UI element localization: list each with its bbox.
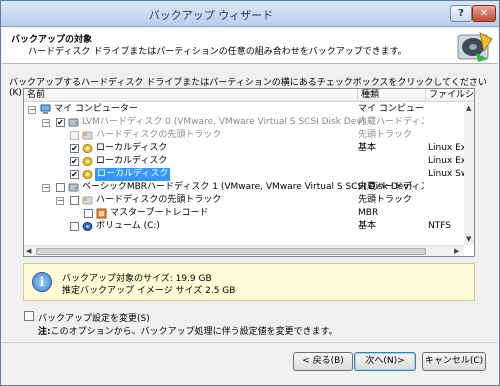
scroll-left-icon[interactable]: ◀ [26,247,31,255]
disk-tree[interactable]: 名前 種類 ファイルシステ − マイ コンピューター マイ コンピューター − … [23,88,475,257]
help-button[interactable]: ? [450,5,472,22]
tree-row-my-computer[interactable]: − マイ コンピューター マイ コンピューター [24,103,464,116]
cancel-button[interactable]: キャンセル(C) [422,352,486,371]
tree-rows: − マイ コンピューター マイ コンピューター − ✔ LVMハードディスク 0… [24,103,464,245]
hard-disk-icon [68,118,79,127]
local-disk-checkbox[interactable]: ✔ [70,170,79,179]
footer-divider [2,342,498,343]
tree-row-filesystem [428,116,464,129]
volume-icon [82,222,93,231]
wizard-header: バックアップの対象 ハードディスク ドライブまたはパーティションの任意の組み合わ… [2,28,498,64]
tree-row-first-track-1[interactable]: − ハードディスクの先頭トラック 先頭トラック [24,194,464,207]
close-button[interactable]: ✕ [472,5,496,22]
column-header-name[interactable]: 名前 [24,89,358,102]
tree-row-type [358,155,424,168]
mbr-icon [96,208,107,219]
tree-row-filesystem [428,103,464,116]
scroll-right-icon[interactable]: ▶ [454,247,459,255]
partition-icon [82,144,93,153]
tree-row-type: 基本 [358,221,377,231]
tree-row-type: 内蔵ハードディスク [358,117,424,127]
disk-track-icon [82,131,93,140]
volume-checkbox[interactable] [70,222,79,231]
tree-row-filesystem [428,181,464,194]
wizard-logo-icon [457,32,493,62]
tree-row-type: MBR [358,208,379,218]
tree-row-lvm-disk-0[interactable]: − ✔ LVMハードディスク 0 (VMware, VMware Virtual… [24,116,464,129]
backup-size-info-box: i バックアップ対象のサイズ: 19.9 GB 推定バックアップ イメージ サイ… [23,263,475,301]
tree-row-filesystem [428,194,464,207]
hard-disk-icon [68,183,79,192]
first-track-checkbox[interactable] [70,196,79,205]
backup-wizard-window: バックアップ ウィザード ? ✕ バックアップの対象 ハードディスク ドライブま… [0,0,500,386]
tree-row-local-disk-2[interactable]: ✔ ローカルディスク Linux Ext4 [24,155,464,168]
disk-track-icon [82,196,93,205]
tree-row-label: ローカルディスク [96,156,168,166]
column-header-type[interactable]: 種類 [358,89,426,102]
tree-row-type [358,168,424,181]
tree-row-label: ローカルディスク [96,143,168,153]
tree-row-filesystem: Linux Ext4 [428,156,464,166]
window-title: バックアップ ウィザード [148,9,274,22]
scroll-up-icon[interactable]: ▲ [466,104,471,112]
partition-icon [82,157,93,166]
tree-row-type: マイ コンピューター [358,104,424,114]
estimated-image-size-text: 推定バックアップ イメージ サイズ 2.5 GB [62,286,236,296]
collapse-toggle[interactable]: − [28,106,36,114]
tree-row-filesystem: Linux Swap2 [428,169,464,179]
tree-row-local-disk-3[interactable]: ✔ ローカルディスク Linux Swap2 [24,168,464,181]
tree-row-type: 基本 [358,143,377,153]
tree-row-filesystem: NTFS [428,221,451,231]
tree-row-type: 先頭トラック [358,195,413,205]
mbr-disk-checkbox[interactable] [56,183,65,192]
info-icon: i [32,272,52,292]
scroll-down-icon[interactable]: ▼ [466,235,471,243]
horizontal-scrollbar[interactable]: ◀ ▶ [24,245,464,256]
header-subtitle: ハードディスク ドライブまたはパーティションの任意の組み合わせをバックアップでき… [28,47,407,57]
tree-row-label: LVMハードディスク 0 (VMware, VMware Virtual S S… [82,117,366,127]
tree-row-mbr-disk-1[interactable]: − ベーシックMBRハードディスク 1 (VMware, VMware Virt… [24,181,464,194]
tree-row-label: ハードディスクの先頭トラック [96,195,222,205]
mbr-checkbox[interactable] [84,209,93,218]
title-bar: バックアップ ウィザード ? ✕ [1,1,499,27]
change-settings-checkbox[interactable] [24,311,34,321]
settings-note: 注:このオプションから、バックアップ処理に伴う設定値を変更できます。 [38,324,338,337]
horizontal-scroll-thumb[interactable] [36,248,426,255]
note-text: このオプションから、バックアップ処理に伴う設定値を変更できます。 [50,327,338,337]
tree-row-first-track-0[interactable]: ハードディスクの先頭トラック 先頭トラック [24,129,464,142]
partition-icon [82,170,93,179]
tree-row-label: ボリューム (C:) [96,221,160,231]
computer-icon [40,104,51,114]
tree-column-headers: 名前 種類 ファイルシステ [24,89,474,102]
vertical-scrollbar[interactable]: ▲ ▼ [464,103,474,245]
change-settings-label[interactable]: バックアップ設定を変更(S) [38,311,150,324]
tree-row-label: マスターブートレコード [110,208,209,218]
tree-row-local-disk-1[interactable]: ✔ ローカルディスク 基本 Linux Ext4 [24,142,464,155]
back-button[interactable]: < 戻る(B) [293,352,353,371]
local-disk-checkbox[interactable]: ✔ [70,157,79,166]
tree-row-mbr[interactable]: マスターブートレコード MBR [24,207,464,220]
collapse-toggle[interactable]: − [42,119,50,127]
column-header-filesystem[interactable]: ファイルシステ [426,89,474,102]
tree-row-type: 先頭トラック [358,130,413,140]
first-track-checkbox[interactable] [70,131,79,140]
tree-row-label: マイ コンピューター [54,104,138,114]
tree-row-filesystem [428,207,464,220]
local-disk-checkbox[interactable]: ✔ [70,144,79,153]
collapse-toggle[interactable]: − [42,184,50,192]
note-prefix: 注: [38,327,51,337]
lvm-disk-checkbox[interactable]: ✔ [56,118,65,127]
next-button[interactable]: 次へ(N)> [354,352,416,371]
tree-row-label-selected: ローカルディスク [95,168,171,181]
tree-row-filesystem: Linux Ext4 [428,143,464,153]
tree-row-label: ハードディスクの先頭トラック [96,130,222,140]
collapse-toggle[interactable]: − [56,197,64,205]
tree-row-filesystem [428,129,464,142]
tree-row-volume-c[interactable]: ボリューム (C:) 基本 NTFS [24,220,464,233]
tree-row-type: 内蔵ハードディスク [358,182,424,192]
